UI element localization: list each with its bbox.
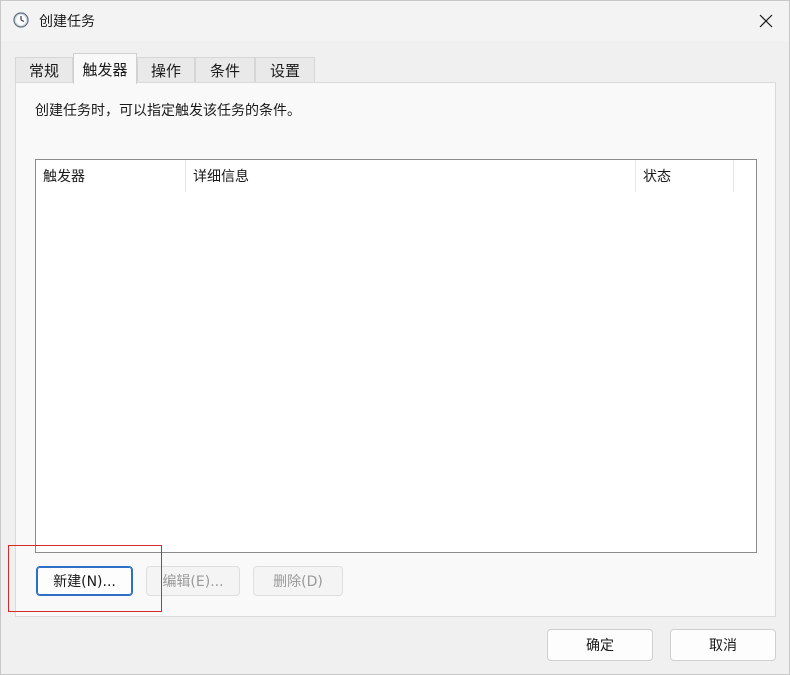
column-header-status[interactable]: 状态 <box>636 160 734 192</box>
tab-actions[interactable]: 操作 <box>137 57 195 83</box>
triggers-list[interactable]: 触发器 详细信息 状态 <box>35 159 757 553</box>
new-trigger-button[interactable]: 新建(N)... <box>36 566 133 596</box>
tab-conditions[interactable]: 条件 <box>195 57 255 83</box>
button-label: 删除(D) <box>273 574 323 590</box>
column-label: 触发器 <box>43 169 85 185</box>
column-label: 状态 <box>643 169 671 185</box>
tab-general[interactable]: 常规 <box>15 57 73 83</box>
tab-label: 触发器 <box>82 60 128 79</box>
button-label: 编辑(E)... <box>162 574 224 590</box>
tab-label: 操作 <box>150 62 181 80</box>
tab-label: 常规 <box>28 62 59 80</box>
column-header-details[interactable]: 详细信息 <box>186 160 636 192</box>
title-bar: 创建任务 <box>1 1 789 41</box>
column-header-trigger[interactable]: 触发器 <box>36 160 186 192</box>
cancel-button[interactable]: 取消 <box>670 629 776 661</box>
tab-label: 条件 <box>209 62 240 80</box>
window-title: 创建任务 <box>39 14 95 30</box>
tab-label: 设置 <box>269 62 300 80</box>
button-label: 取消 <box>709 638 737 654</box>
triggers-panel: 创建任务时，可以指定触发该任务的条件。 触发器 详细信息 状态 新建(N)...… <box>15 82 776 617</box>
tab-strip: 常规 触发器 操作 条件 设置 <box>15 53 775 84</box>
list-header: 触发器 详细信息 状态 <box>36 160 756 192</box>
ok-button[interactable]: 确定 <box>547 629 653 661</box>
create-task-dialog: 创建任务 常规 触发器 操作 条件 设置 创建任务时，可以指定触发该任务的条件。 <box>0 0 790 675</box>
button-label: 确定 <box>586 638 614 654</box>
delete-trigger-button[interactable]: 删除(D) <box>253 566 343 596</box>
clock-icon <box>13 12 29 28</box>
edit-trigger-button[interactable]: 编辑(E)... <box>146 566 240 596</box>
button-label: 新建(N)... <box>53 574 116 590</box>
close-button[interactable] <box>743 1 789 41</box>
tab-triggers[interactable]: 触发器 <box>73 53 137 84</box>
column-label: 详细信息 <box>193 169 249 185</box>
tab-settings[interactable]: 设置 <box>255 57 315 83</box>
close-icon <box>759 14 773 28</box>
panel-description: 创建任务时，可以指定触发该任务的条件。 <box>35 103 301 119</box>
